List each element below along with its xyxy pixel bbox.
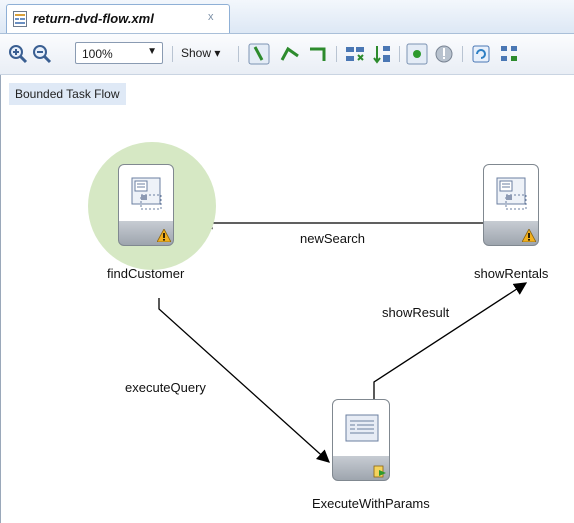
method-binding-icon: [373, 465, 386, 478]
diagram-toolbar: 100% ▼ Show ▾: [0, 34, 574, 75]
view-activity-icon: [131, 177, 162, 210]
align-icon[interactable]: [344, 43, 366, 65]
zoom-level-value: 100%: [82, 47, 113, 61]
toolbar-separator: [462, 46, 463, 62]
router-icon[interactable]: [307, 43, 329, 65]
close-tab-icon[interactable]: x: [208, 11, 214, 23]
view-activity-showrentals[interactable]: [483, 164, 539, 246]
node-label-showrentals: showRentals: [474, 266, 549, 281]
toolbar-separator: [172, 46, 173, 62]
zoom-out-icon[interactable]: [32, 43, 52, 65]
node-label-executewithparams: ExecuteWithParams: [312, 496, 430, 511]
zoom-in-icon[interactable]: [8, 43, 28, 65]
breakpoint-icon[interactable]: [406, 43, 428, 65]
method-call-executewithparams[interactable]: [332, 399, 390, 481]
show-menu-button[interactable]: Show ▾: [181, 46, 220, 60]
show-menu-arrow: ▾: [214, 46, 221, 60]
diagram-canvas[interactable]: Bounded Task Flow newSearch executeQuery…: [0, 75, 574, 523]
editor-tab-title: return-dvd-flow.xml: [33, 11, 154, 26]
flow-edges: [158, 216, 528, 463]
edge-label-newsearch[interactable]: newSearch: [300, 231, 365, 246]
view-activity-icon: [496, 177, 527, 210]
toolbar-separator: [238, 46, 239, 62]
control-flow-case-icon[interactable]: [248, 43, 270, 65]
refresh-icon[interactable]: [470, 43, 492, 65]
edge-label-showresult[interactable]: showResult: [382, 305, 449, 320]
layout-icon[interactable]: [371, 43, 393, 65]
zoom-level-select[interactable]: 100% ▼: [75, 42, 163, 64]
editor-tab[interactable]: return-dvd-flow.xml x: [6, 4, 230, 33]
method-call-icon: [345, 414, 379, 442]
node-label-findcustomer: findCustomer: [107, 266, 185, 281]
edge-showresult: [373, 282, 528, 400]
warning-icon: [522, 229, 536, 242]
show-menu-label: Show: [181, 46, 212, 60]
warning-icon[interactable]: [433, 43, 455, 65]
toolbar-separator: [399, 46, 400, 62]
xml-file-icon: [13, 11, 27, 27]
editor-tab-strip: return-dvd-flow.xml x: [0, 0, 574, 34]
overview-icon[interactable]: [498, 43, 520, 65]
chevron-down-icon: ▼: [147, 46, 157, 57]
edge-label-executequery[interactable]: executeQuery: [125, 380, 206, 395]
toolbar-separator: [336, 46, 337, 62]
wildcard-flow-icon[interactable]: [279, 43, 301, 65]
warning-icon: [157, 229, 171, 242]
view-activity-findcustomer[interactable]: [118, 164, 174, 246]
